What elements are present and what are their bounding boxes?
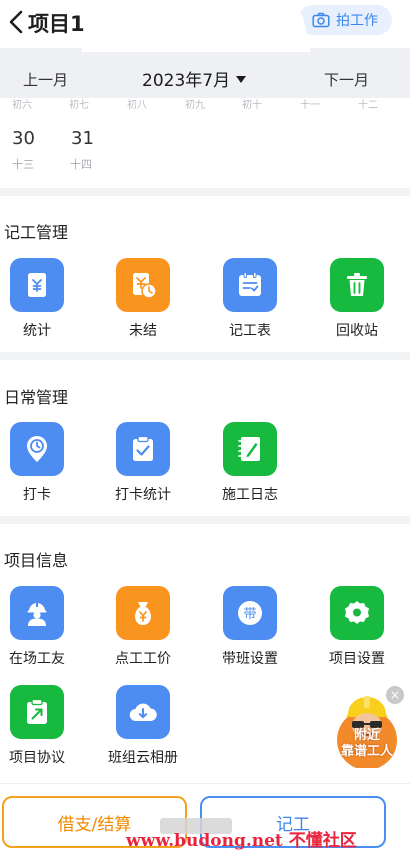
tile-label: 班组云相册 bbox=[108, 750, 178, 766]
current-month-label: 2023年7月 bbox=[142, 71, 231, 91]
calendar-day-30[interactable]: 30 bbox=[12, 128, 35, 149]
tile-statistics[interactable]: 统计 bbox=[0, 258, 85, 340]
section-title-work-management: 记工管理 bbox=[4, 223, 69, 242]
tile-label: 统计 bbox=[23, 323, 51, 339]
divider bbox=[0, 516, 410, 524]
tile-label: 带班设置 bbox=[222, 651, 278, 667]
tile-team-lead-settings[interactable]: 带 带班设置 bbox=[202, 586, 298, 668]
svg-text:带: 带 bbox=[243, 607, 256, 622]
close-ad-icon[interactable]: × bbox=[386, 686, 404, 704]
tile-label: 记工表 bbox=[229, 323, 271, 339]
current-month-selector[interactable]: 2023年7月 bbox=[142, 66, 247, 91]
tile-label: 回收站 bbox=[336, 323, 378, 339]
price-bag-icon bbox=[116, 586, 170, 640]
camera-icon bbox=[312, 12, 330, 28]
tile-clock-in[interactable]: 打卡 bbox=[0, 422, 85, 504]
tile-label: 项目设置 bbox=[329, 651, 385, 667]
lunar-date: 十四 bbox=[70, 158, 92, 171]
lunar-date: 初十 bbox=[242, 100, 262, 111]
divider bbox=[0, 783, 410, 784]
divider bbox=[0, 188, 410, 196]
lunar-date-row: 初六 初七 初八 初九 初十 十一 十二 bbox=[0, 96, 410, 114]
photo-work-label: 拍工作 bbox=[336, 13, 378, 29]
tile-piece-rate[interactable]: 点工工价 bbox=[95, 586, 191, 668]
section-title-daily-management: 日常管理 bbox=[4, 388, 69, 407]
page-title: 项目1 bbox=[28, 12, 85, 36]
tile-label: 项目协议 bbox=[9, 750, 65, 766]
tile-cloud-album[interactable]: 班组云相册 bbox=[95, 685, 191, 767]
section-title-project-info: 项目信息 bbox=[4, 551, 69, 570]
construction-log-icon bbox=[223, 422, 277, 476]
tile-label: 点工工价 bbox=[115, 651, 171, 667]
worker-icon bbox=[10, 586, 64, 640]
lunar-date: 十三 bbox=[12, 158, 34, 171]
tile-label: 打卡 bbox=[23, 487, 51, 503]
lunar-date: 初七 bbox=[69, 100, 89, 111]
tile-label: 打卡统计 bbox=[115, 487, 171, 503]
trash-icon bbox=[330, 258, 384, 312]
agreement-icon bbox=[10, 685, 64, 739]
tile-label: 在场工友 bbox=[9, 651, 65, 667]
next-month-button[interactable]: 下一月 bbox=[324, 69, 369, 90]
watermark: www.budong.net 不懂社区 bbox=[126, 831, 357, 851]
tile-project-settings[interactable]: 项目设置 bbox=[309, 586, 405, 668]
lunar-date: 初六 bbox=[12, 100, 32, 111]
settings-icon bbox=[330, 586, 384, 640]
tile-label: 施工日志 bbox=[222, 487, 278, 503]
ad-line-1: 附近 bbox=[353, 728, 380, 743]
caret-down-icon bbox=[236, 76, 247, 83]
tile-construction-log[interactable]: 施工日志 bbox=[202, 422, 298, 504]
unsettled-icon bbox=[116, 258, 170, 312]
current-month-tab bbox=[94, 8, 298, 52]
divider bbox=[0, 352, 410, 360]
team-lead-icon: 带 bbox=[223, 586, 277, 640]
work-sheet-icon bbox=[223, 258, 277, 312]
tile-recycle-bin[interactable]: 回收站 bbox=[309, 258, 405, 340]
photo-work-button[interactable]: 拍工作 bbox=[298, 5, 392, 35]
lunar-date: 初九 bbox=[185, 100, 205, 111]
statistics-icon bbox=[10, 258, 64, 312]
clock-stats-icon bbox=[116, 422, 170, 476]
tile-unsettled[interactable]: 未结 bbox=[95, 258, 191, 340]
clock-in-icon bbox=[10, 422, 64, 476]
tile-label: 未结 bbox=[129, 323, 157, 339]
prev-month-button[interactable]: 上一月 bbox=[23, 69, 68, 90]
lunar-date: 十一 bbox=[300, 100, 320, 111]
tile-work-sheet[interactable]: 记工表 bbox=[202, 258, 298, 340]
tile-project-agreement[interactable]: 项目协议 bbox=[0, 685, 85, 767]
back-icon[interactable] bbox=[6, 9, 28, 35]
lunar-date: 十二 bbox=[358, 100, 378, 111]
lunar-date: 初八 bbox=[127, 100, 147, 111]
cloud-album-icon bbox=[116, 685, 170, 739]
calendar-day-31[interactable]: 31 bbox=[71, 128, 94, 149]
ad-line-2: 靠谱工人 bbox=[340, 744, 393, 759]
tile-clock-stats[interactable]: 打卡统计 bbox=[95, 422, 191, 504]
tile-workers-on-site[interactable]: 在场工友 bbox=[0, 586, 85, 668]
